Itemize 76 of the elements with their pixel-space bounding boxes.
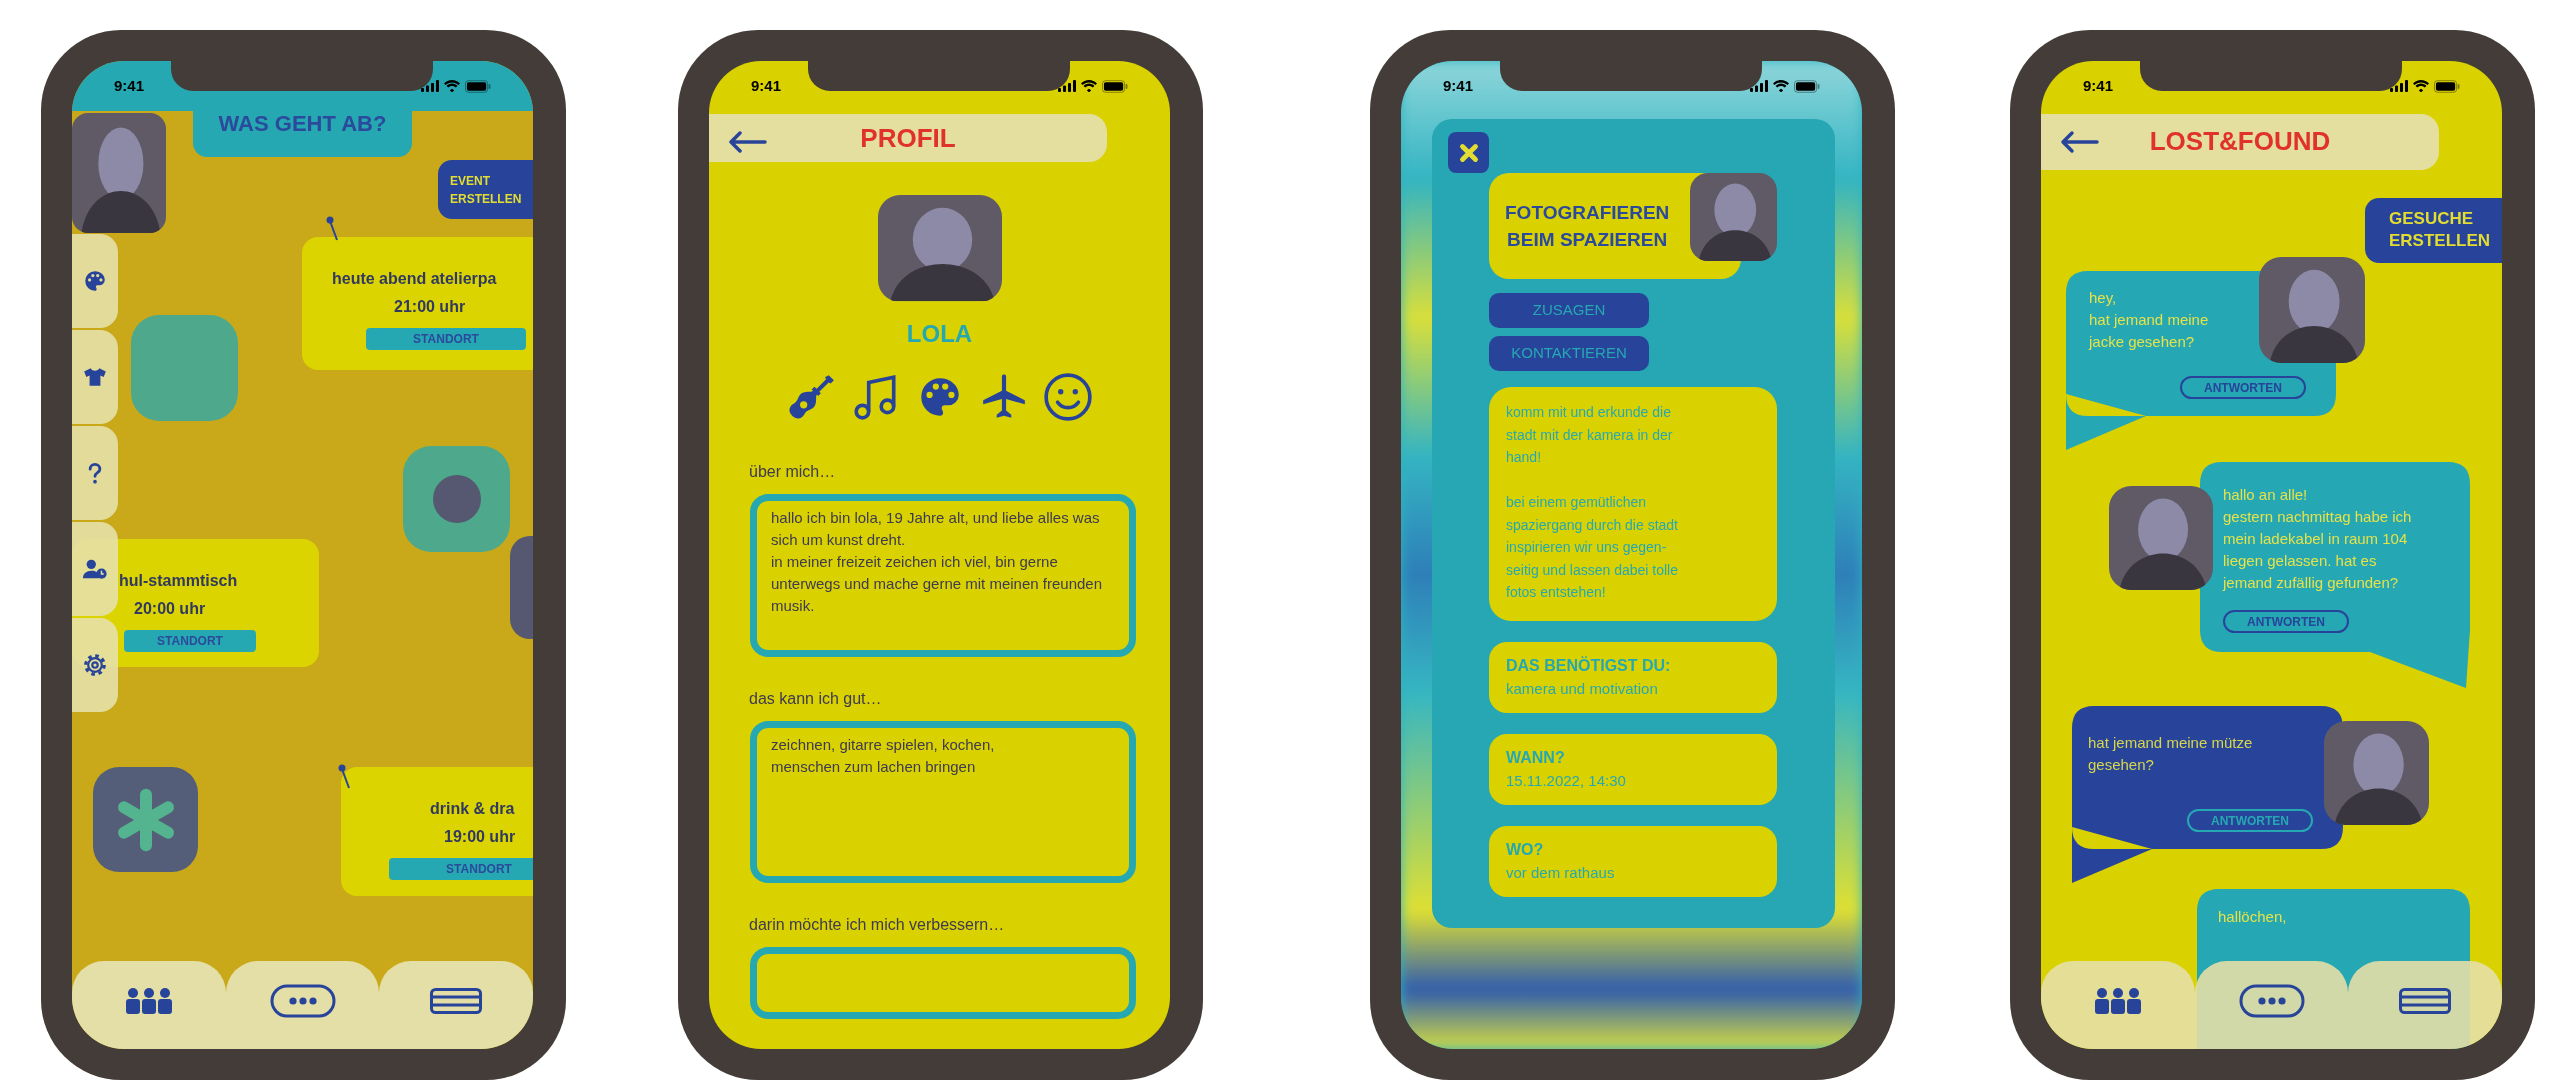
location-button[interactable]: STANDORT [389, 858, 533, 880]
post-text: hallo an alle! gestern nachmittag habe ich mein ladekabel in raum 104 liegen gelassen. hat es jemand zufällig gefunden? [2223, 485, 2412, 593]
back-arrow-icon [2059, 130, 2099, 154]
side-tab[interactable] [72, 234, 118, 328]
wifi-icon [444, 80, 460, 92]
reply-button[interactable]: ANTWORTEN [2180, 376, 2306, 399]
info-label: DAS BENÖTIGST DU: [1506, 655, 1672, 676]
nav-tab[interactable] [2041, 961, 2195, 1049]
smiley-icon [1042, 371, 1093, 422]
screen-title: LOST&FOUND [2149, 125, 2331, 159]
description-text: komm mit und erkunde die stadt mit der kamera in der hand! bei einem gemütlichen spaziergang durch die stadt inspirieren wir uns gegen- seitig und lassen dabei tolle fotos entstehen! [1506, 403, 1679, 602]
section-text: zeichnen, gitarre spielen, kochen, menschen zum lachen bringen [771, 734, 996, 777]
status-time: 9:41 [751, 75, 782, 96]
location-button[interactable]: STANDORT [124, 630, 256, 652]
reply-button[interactable]: ANTWORTEN [2223, 610, 2349, 633]
wifi-icon [1081, 80, 1097, 92]
pin-icon [326, 216, 340, 242]
status-time: 9:41 [114, 75, 145, 96]
settings-icon [82, 652, 108, 678]
palette-icon [82, 268, 108, 294]
battery-icon [1794, 79, 1820, 93]
nav-tab[interactable] [72, 961, 226, 1049]
menu-icon [430, 988, 483, 1014]
event-time: 19:00 uhr [443, 827, 517, 847]
info-label: WANN? [1506, 748, 1566, 768]
event-time: 20:00 uhr [133, 599, 207, 619]
signal-icon [2390, 80, 2408, 92]
wifi-icon [1773, 80, 1789, 92]
info-label: WO? [1506, 840, 1545, 860]
section-label: das kann ich gut… [749, 688, 883, 709]
event-title: heute abend atelierpa [331, 269, 498, 289]
location-button[interactable]: STANDORT [366, 328, 526, 350]
side-tab[interactable] [72, 330, 118, 424]
info-value: vor dem rathaus [1506, 863, 1616, 883]
create-event-button[interactable]: EVENT ERSTELLEN [438, 160, 533, 219]
info-value: kamera und motivation [1506, 679, 1659, 699]
menu-icon [2399, 988, 2452, 1014]
action-button[interactable]: ZUSAGEN [1489, 293, 1649, 328]
back-button[interactable] [727, 129, 767, 155]
section-label: darin möchte ich mich verbessern… [749, 915, 1006, 936]
battery-icon [1102, 79, 1128, 93]
close-button[interactable] [1448, 132, 1489, 173]
chat-bubble-icon [2238, 984, 2305, 1018]
post-text: hat jemand meine mütze gesehen? [2088, 733, 2253, 775]
wifi-icon [2413, 80, 2429, 92]
status-time: 9:41 [1443, 75, 1474, 96]
nav-tab[interactable] [2348, 961, 2502, 1049]
pin-icon [338, 764, 352, 790]
event-time: 21:00 uhr [393, 297, 467, 317]
section-text: hallo ich bin lola, 19 Jahre alt, und liebe alles was sich um kunst dreht. in meiner freizeit zeichen ich viel, bin gerne unterwegs und mache gerne mit meinen freunden musik. [771, 507, 1104, 616]
side-tab[interactable] [72, 618, 118, 712]
people-icon [124, 987, 173, 1015]
post-text: hey, hat jemand meine jacke gesehen? [2089, 288, 2209, 352]
action-button[interactable]: KONTAKTIEREN [1489, 336, 1649, 371]
status-time: 9:41 [2083, 75, 2114, 96]
post-text: hallöchen, [2218, 907, 2287, 927]
screen-title: PROFIL [860, 121, 956, 155]
event-title: hul-stammtisch [118, 571, 239, 591]
create-request-button[interactable]: GESUCHE ERSTELLEN [2365, 197, 2502, 263]
nav-tab[interactable] [379, 961, 533, 1049]
side-tab[interactable] [72, 522, 118, 616]
profile-name: LOLA [906, 318, 973, 349]
battery-icon [2434, 79, 2460, 93]
signal-icon [1750, 80, 1768, 92]
back-button[interactable] [2059, 129, 2099, 155]
info-value: 15.11.2022, 14:30 [1506, 771, 1627, 791]
people-icon [2093, 987, 2142, 1015]
battery-icon [465, 79, 491, 93]
event-title: drink & dra [429, 799, 516, 819]
section-label: über mich… [749, 461, 837, 482]
chat-bubble-icon [269, 984, 336, 1018]
nav-tab[interactable] [2194, 961, 2349, 1049]
signal-icon [1058, 80, 1076, 92]
back-arrow-icon [727, 130, 767, 154]
reply-button[interactable]: ANTWORTEN [2187, 809, 2313, 832]
signal-icon [421, 80, 439, 92]
